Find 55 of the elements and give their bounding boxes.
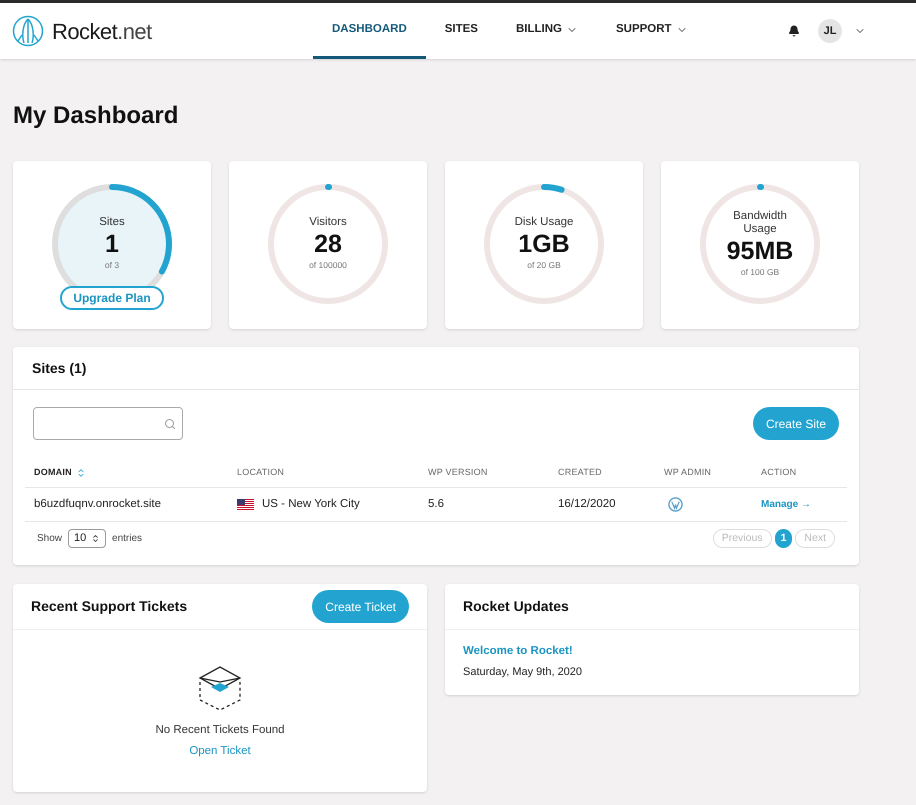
- sort-icon[interactable]: [76, 468, 86, 478]
- table-cell-text: US - New York City: [262, 496, 360, 512]
- flag-icon: [237, 499, 254, 510]
- stat-limit: of 3: [104, 259, 120, 272]
- stat-value: 1GB: [518, 229, 570, 260]
- column-header: CREATED: [558, 466, 602, 479]
- column-header[interactable]: DOMAIN: [34, 466, 72, 480]
- update-link[interactable]: Welcome to Rocket!: [463, 643, 841, 660]
- stat-value: 1: [105, 229, 119, 260]
- open-ticket-link[interactable]: Open Ticket: [189, 743, 251, 760]
- page-size-select[interactable]: 10: [68, 529, 106, 548]
- column-header: LOCATION: [237, 466, 284, 479]
- nav-tab[interactable]: BILLING: [496, 3, 597, 59]
- stat-limit: of 100 GB: [740, 266, 780, 278]
- stat-limit: of 100000: [309, 259, 347, 272]
- table-cell-text: 16/12/2020: [558, 496, 617, 512]
- create-site-button[interactable]: Create Site: [752, 407, 839, 440]
- update-date: Saturday, May 9th, 2020: [463, 665, 584, 680]
- stat-label: Bandwidth Usage: [732, 210, 788, 236]
- stat-limit: of 20 GB: [527, 259, 561, 272]
- table-cell-text: b6uzdfuqnv.onrocket.site: [34, 496, 162, 512]
- stat-label: Visitors: [308, 216, 348, 230]
- empty-box-icon: [197, 664, 243, 712]
- caret-icon: [91, 534, 100, 543]
- entries-label: entries: [112, 532, 142, 546]
- stat-label: Disk Usage: [514, 216, 574, 230]
- panel-title: Recent Support Tickets: [31, 597, 188, 616]
- show-label: Show: [37, 532, 62, 546]
- column-header: WP VERSION: [428, 466, 488, 479]
- stat-label: Sites: [98, 216, 126, 230]
- nav-tab[interactable]: SITES: [426, 3, 497, 59]
- manage-link[interactable]: Manage →: [761, 497, 838, 512]
- upgrade-plan-button[interactable]: Upgrade Plan: [60, 286, 164, 310]
- nav-tab[interactable]: DASHBOARD: [313, 3, 426, 59]
- search-icon: [164, 418, 176, 430]
- pagination-button[interactable]: Next: [795, 529, 835, 548]
- create-ticket-button[interactable]: Create Ticket: [312, 590, 409, 623]
- bell-icon[interactable]: [788, 25, 800, 37]
- nav-tab[interactable]: SUPPORT: [596, 3, 707, 59]
- column-header: WP ADMIN: [664, 466, 712, 479]
- brand-name: Rocket.net: [52, 18, 152, 46]
- wordpress-icon[interactable]: [668, 497, 683, 512]
- pagination-button[interactable]: Previous: [712, 529, 772, 548]
- panel-title: Rocket Updates: [445, 584, 859, 630]
- column-header: ACTION: [761, 466, 796, 479]
- empty-message: No Recent Tickets Found: [155, 723, 285, 738]
- stat-value: 28: [314, 229, 342, 260]
- logo-icon: [12, 15, 44, 47]
- stat-value: 95MB: [726, 236, 794, 266]
- search-field[interactable]: [33, 407, 183, 440]
- table-cell-text: 5.6: [428, 496, 445, 512]
- avatar[interactable]: JL: [818, 19, 842, 43]
- pagination-button[interactable]: 1: [774, 529, 792, 548]
- page-title: My Dashboard: [13, 101, 180, 131]
- panel-title: Sites (1): [13, 347, 859, 390]
